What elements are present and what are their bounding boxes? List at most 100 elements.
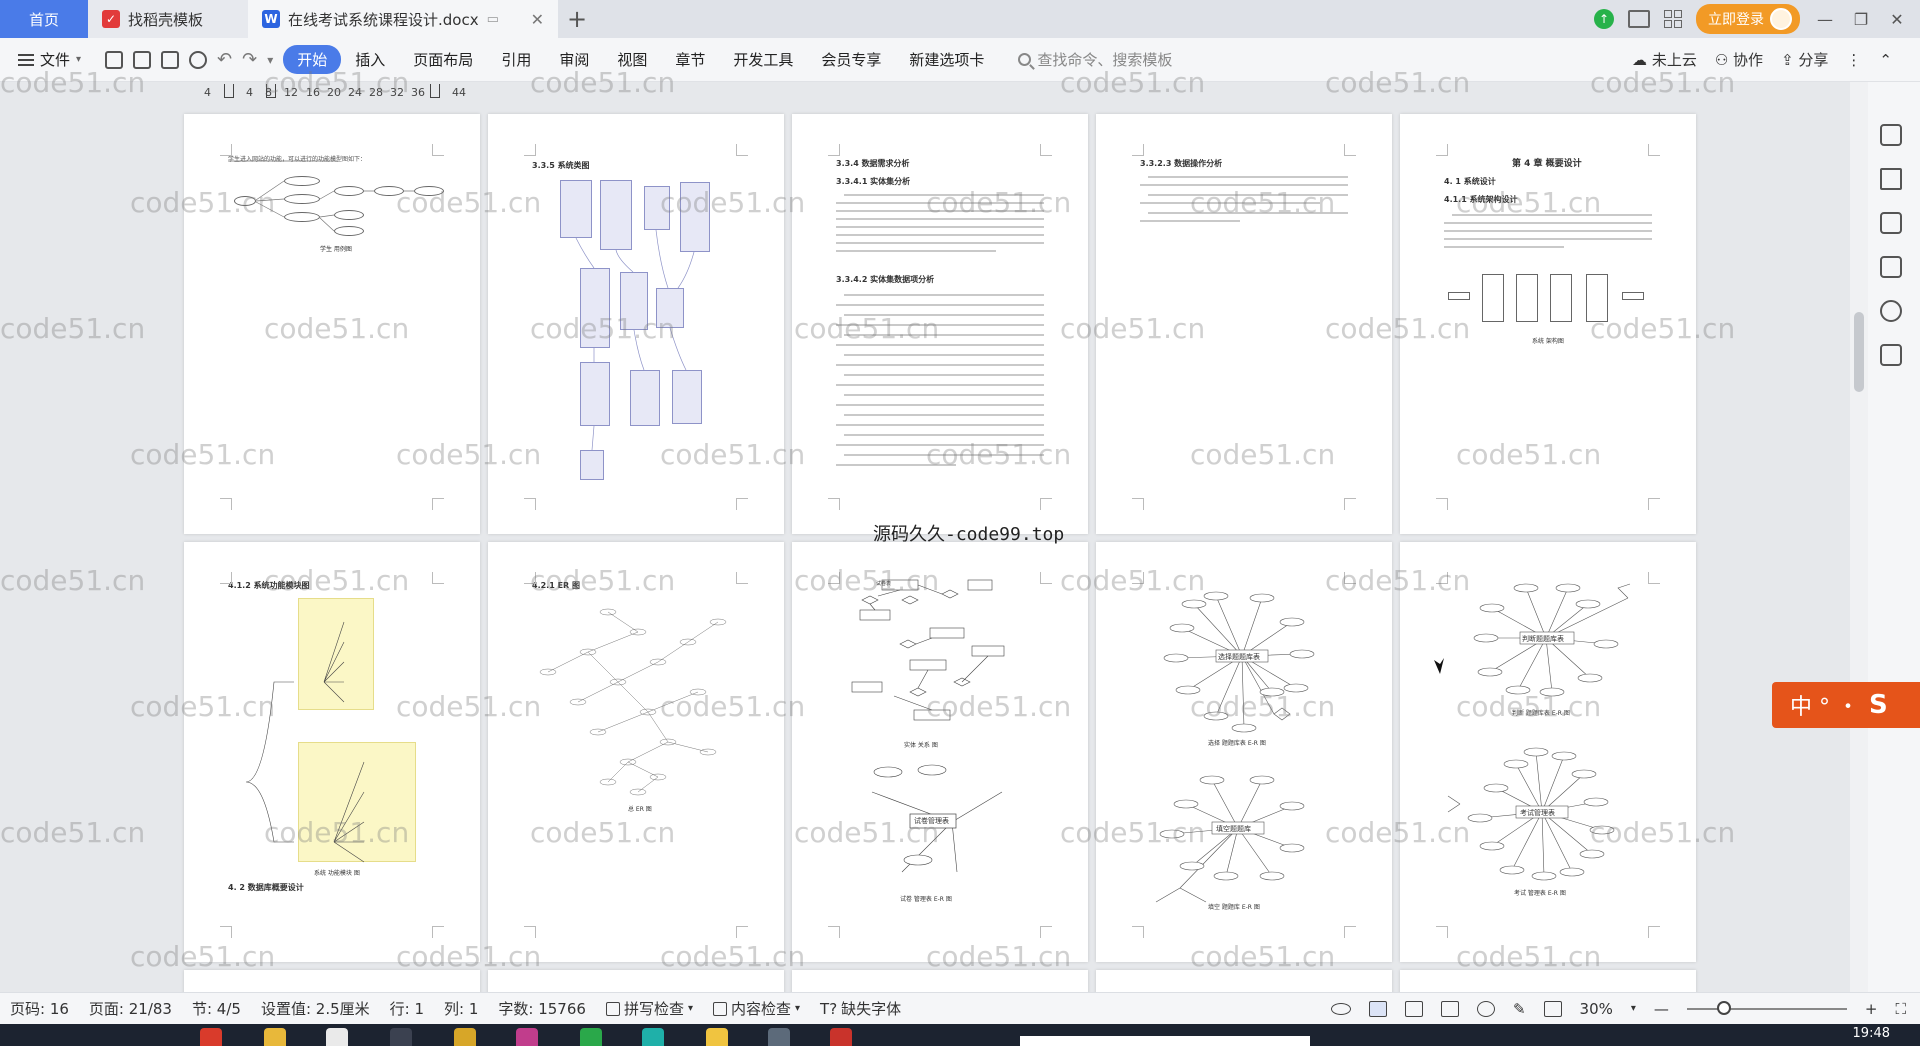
cloud-status[interactable]: ☁ 未上云 [1632,49,1697,70]
page-thumbnail[interactable]: 4.2.1 ER 图 总 ER 图 [488,542,784,962]
adjust-icon[interactable] [1880,212,1902,234]
first-line-indent-marker[interactable] [266,84,276,98]
subsection-title: 3.3.4.2 实体集数据项分析 [836,275,935,284]
window-layout-icon[interactable] [1628,10,1650,28]
taskbar-app-icon[interactable] [200,1028,222,1046]
page-thumbnail[interactable]: 选择题题库表 填空题题库 选择 题题库表 E-R 图 填空 题题库 E-R 图 [1096,542,1392,962]
missing-font-button[interactable]: T? 缺失字体 [810,998,901,1019]
taskbar-app-icon[interactable] [642,1028,664,1046]
page-thumbnail[interactable] [184,970,480,992]
reading-view-icon[interactable] [1440,1000,1459,1017]
page-thumbnail[interactable]: 判断题题库表 考试管理表 判断 题题库表 E-R 图 考试 管理表 E-R 图 [1400,542,1696,962]
web-view-icon[interactable] [1476,1000,1495,1017]
file-menu[interactable]: 文件 ▾ [0,49,95,70]
document-canvas[interactable]: 学生进入网站的功能，可以进行的功能模型图如下： 学生 用例图 3.3.5 系统类… [0,106,1850,992]
eye-protection-icon[interactable] [1330,1002,1351,1015]
outline-view-icon[interactable] [1404,1000,1423,1017]
page-thumbnail[interactable] [1096,970,1392,992]
page-thumbnail[interactable]: 第 4 章 概要设计 4. 1 系统设计 4.1.1 系统架构设计 系统 架构图 [1400,114,1696,534]
vertical-scrollbar[interactable] [1850,82,1868,992]
ime-floating-bar[interactable]: 中 ° ・ S [1772,682,1920,728]
tab-document[interactable]: W 在线考试系统课程设计.docx ▭ ✕ [248,0,558,38]
fullscreen-icon[interactable]: ⛶ [1895,1000,1906,1018]
pen-icon[interactable]: ✎ [1513,1000,1526,1018]
zoom-slider[interactable] [1686,1000,1847,1015]
page-thumbnail[interactable]: 学生进入网站的功能，可以进行的功能模型图如下： 学生 用例图 [184,114,480,534]
page-thumbnail[interactable]: 3.3.5 系统类图 [488,114,784,534]
ribbon-tab-new[interactable]: 新建选项卡 [895,49,998,70]
taskbar-app-icon[interactable] [516,1028,538,1046]
quick-access-more-icon[interactable]: ▾ [267,53,273,67]
page-thumbnail[interactable] [488,970,784,992]
status-word-count[interactable]: 字数: 15766 [488,998,586,1019]
taskbar-app-icon[interactable] [326,1028,348,1046]
page-thumbnail[interactable]: 4.1.2 系统功能模块图 系统 功能模块 图 4. 2 数据库概要设计 [184,542,480,962]
zoom-slider-knob[interactable] [1716,1000,1731,1015]
save-icon[interactable] [105,50,124,69]
taskbar-app-icon[interactable] [264,1028,286,1046]
ribbon-tab-developer[interactable]: 开发工具 [719,49,807,70]
redo-icon[interactable]: ↷ [242,49,257,70]
page-view-icon[interactable] [1368,1000,1387,1017]
more-options-icon[interactable]: ⋮ [1846,51,1861,69]
ruler-tick: 20 [327,86,341,99]
restore-icon[interactable]: ❐ [1850,10,1872,29]
collaborate-button[interactable]: ⚇ 协作 [1715,49,1763,70]
taskbar-preview-strip [1020,1036,1310,1046]
close-window-icon[interactable]: ✕ [1886,10,1908,29]
print-preview-icon[interactable] [189,50,208,69]
minimize-icon[interactable]: — [1814,10,1836,29]
status-page[interactable]: 页面: 21/83 [79,998,172,1019]
taskbar-app-icon[interactable] [390,1028,412,1046]
collapse-ribbon-icon[interactable]: ⌃ [1879,51,1892,69]
ribbon-tab-home[interactable]: 开始 [283,45,342,74]
right-indent-marker[interactable] [430,84,440,98]
content-check-button[interactable]: 内容检查 ▾ [703,998,800,1019]
zoom-in-icon[interactable]: + [1865,1000,1878,1018]
page-thumbnail[interactable]: 试卷管理表 试卷表 实体 关系 图 试卷 管理表 E-R 图 [792,542,1088,962]
pin-icon[interactable]: ▭ [487,12,499,27]
taskbar-clock[interactable]: 19:48 [1853,1026,1890,1041]
login-button[interactable]: 立即登录 [1696,4,1800,34]
scrollbar-thumb[interactable] [1854,312,1864,392]
crop-mark [1648,926,1660,938]
page-thumbnail[interactable]: 3.3.4 数据需求分析 3.3.4.1 实体集分析 3.3.4.2 实体集数据… [792,114,1088,534]
zoom-dropdown-icon[interactable]: ▾ [1631,1003,1636,1014]
page-thumbnail[interactable]: 3.3.2.3 数据操作分析 [1096,114,1392,534]
share-button[interactable]: ⇪ 分享 [1781,49,1828,70]
apps-grid-icon[interactable] [1664,10,1682,28]
ribbon-tab-chapter[interactable]: 章节 [661,49,719,70]
print-icon[interactable] [161,50,180,69]
ribbon-tab-view[interactable]: 视图 [603,49,661,70]
compass-icon[interactable] [1880,300,1902,322]
page-thumbnail[interactable] [1400,970,1696,992]
new-tab-button[interactable]: + [558,0,596,38]
zoom-level[interactable]: 30% [1580,1000,1613,1018]
image-tools-icon[interactable] [1880,256,1902,278]
export-pdf-icon[interactable] [133,50,152,69]
zoom-out-icon[interactable]: — [1654,1000,1669,1018]
taskbar-app-icon[interactable] [580,1028,602,1046]
tab-home[interactable]: 首页 [0,0,88,38]
spell-check-button[interactable]: 拼写检查 ▾ [596,998,693,1019]
select-cursor-icon[interactable] [1880,168,1902,190]
tab-template[interactable]: ✓ 找稻壳模板 [88,0,248,38]
sync-status-icon[interactable]: ↑ [1594,9,1614,29]
undo-icon[interactable]: ↶ [217,49,232,70]
page-thumbnail[interactable] [792,970,1088,992]
left-indent-marker[interactable] [224,84,234,98]
edit-pen-icon[interactable] [1880,124,1902,146]
fit-page-icon[interactable] [1543,1000,1562,1017]
book-icon[interactable] [1880,344,1902,366]
ribbon-tab-member[interactable]: 会员专享 [807,49,895,70]
taskbar-app-icon[interactable] [706,1028,728,1046]
ribbon-tab-review[interactable]: 审阅 [545,49,603,70]
taskbar-app-icon[interactable] [830,1028,852,1046]
ribbon-tab-page-layout[interactable]: 页面布局 [399,49,487,70]
close-tab-icon[interactable]: ✕ [531,10,544,29]
ribbon-tab-insert[interactable]: 插入 [341,49,399,70]
taskbar-app-icon[interactable] [454,1028,476,1046]
command-search[interactable]: 查找命令、搜索模板 [998,49,1172,70]
ribbon-tab-references[interactable]: 引用 [487,49,545,70]
taskbar-app-icon[interactable] [768,1028,790,1046]
